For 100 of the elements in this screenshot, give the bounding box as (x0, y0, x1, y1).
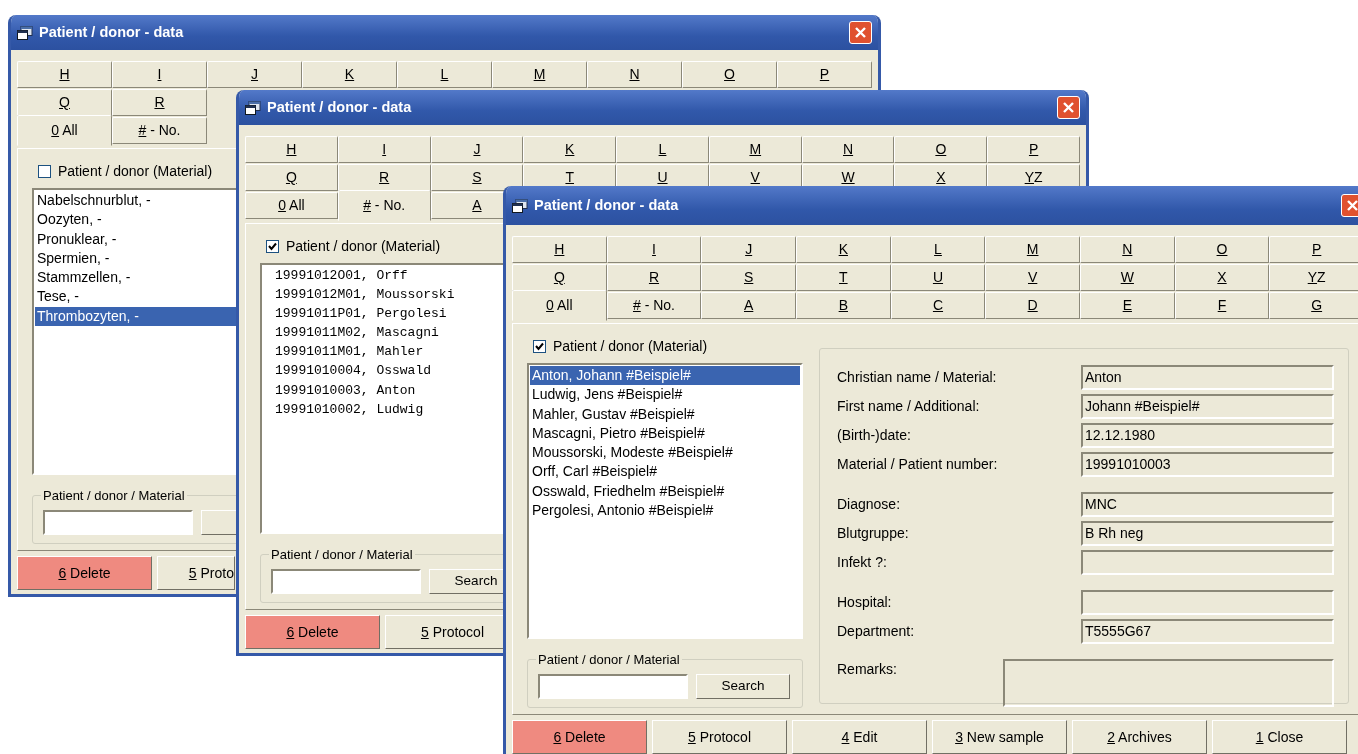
letter-tab[interactable]: M (708, 136, 802, 163)
letter-tab[interactable]: # - No. (112, 117, 207, 144)
remarks-field[interactable] (1003, 659, 1334, 707)
letter-tab[interactable]: Q (245, 164, 338, 191)
field-value[interactable]: Johann #Beispiel# (1081, 394, 1334, 419)
action-button[interactable]: 5 Proto (157, 556, 235, 590)
letter-tab[interactable]: L (616, 136, 709, 163)
letter-tab[interactable]: A (701, 292, 796, 319)
field-label: Blutgruppe: (837, 524, 910, 543)
search-field[interactable] (271, 569, 421, 594)
checkbox-label: Patient / donor (Material) (286, 237, 441, 256)
delete-button[interactable]: 6 Delete (512, 720, 647, 754)
letter-tab[interactable]: W (1080, 264, 1175, 291)
letter-tab[interactable]: O (1174, 236, 1270, 263)
letter-tab[interactable]: P (1269, 236, 1358, 263)
letter-tab[interactable]: J (701, 236, 796, 263)
letter-tab[interactable]: L (397, 61, 492, 88)
list-item[interactable]: Mascagni, Pietro #Beispiel# (530, 423, 800, 444)
letter-tab[interactable]: N (801, 136, 895, 163)
field-value[interactable]: Anton (1081, 365, 1334, 390)
close-button[interactable] (1341, 194, 1358, 217)
letter-tab[interactable]: K (302, 61, 397, 88)
letter-tab[interactable]: F (1174, 292, 1270, 319)
letter-tab[interactable]: M (985, 236, 1080, 263)
delete-button[interactable]: 6 Delete (245, 615, 380, 649)
field-value[interactable]: 12.12.1980 (1081, 423, 1334, 448)
list-item[interactable]: Osswald, Friedhelm #Beispiel# (530, 481, 800, 502)
letter-tab[interactable]: B (796, 292, 891, 319)
field-label: Infekt ?: (837, 553, 888, 572)
letter-tab[interactable]: C (890, 292, 986, 319)
letter-tab[interactable]: P (987, 136, 1080, 163)
letter-tab[interactable]: S (430, 164, 524, 191)
close-icon[interactable] (1062, 101, 1075, 114)
letter-tab[interactable]: # - No. (337, 190, 431, 221)
letter-tab[interactable]: X (1174, 264, 1270, 291)
letter-tab[interactable]: V (985, 264, 1080, 291)
letter-tab[interactable]: O (682, 61, 777, 88)
action-button[interactable]: 3 New sample (932, 720, 1067, 754)
checkbox[interactable] (533, 340, 546, 353)
field-value[interactable] (1081, 550, 1334, 575)
letter-tab[interactable]: T (796, 264, 891, 291)
letter-tab[interactable]: S (701, 264, 796, 291)
field-value[interactable]: T5555G67 (1081, 619, 1334, 644)
letter-tab[interactable]: R (606, 264, 702, 291)
checkbox[interactable] (266, 240, 279, 253)
letter-tab[interactable]: L (890, 236, 986, 263)
search-field[interactable] (43, 510, 193, 535)
field-value[interactable] (1081, 590, 1334, 615)
search-field[interactable] (538, 674, 688, 699)
letter-tab[interactable]: K (796, 236, 891, 263)
field-value[interactable]: 19991010003 (1081, 452, 1334, 477)
letter-tab[interactable]: YZ (1269, 264, 1358, 291)
letter-tab[interactable]: R (337, 164, 431, 191)
letter-tab[interactable]: D (985, 292, 1080, 319)
letter-tab[interactable]: # - No. (606, 292, 702, 319)
letter-tab[interactable]: H (245, 136, 338, 163)
letter-tab[interactable]: U (890, 264, 986, 291)
letter-tab[interactable]: J (207, 61, 302, 88)
letter-tab[interactable]: H (512, 236, 607, 263)
letter-tab[interactable]: Q (512, 264, 607, 291)
field-value[interactable]: MNC (1081, 492, 1334, 517)
letter-tab[interactable]: 0 All (17, 115, 112, 146)
close-button[interactable] (1057, 96, 1080, 119)
letter-tab[interactable]: J (430, 136, 524, 163)
letter-tab[interactable]: R (112, 89, 207, 116)
action-button[interactable]: 2 Archives (1072, 720, 1207, 754)
letter-tab[interactable]: N (587, 61, 682, 88)
action-button[interactable]: 5 Protocol (652, 720, 787, 754)
letter-tab[interactable]: I (337, 136, 431, 163)
letter-tab[interactable]: P (777, 61, 872, 88)
letter-tab[interactable]: H (17, 61, 112, 88)
list-item[interactable]: Mahler, Gustav #Beispiel# (530, 404, 800, 424)
action-button[interactable]: 4 Edit (792, 720, 927, 754)
close-icon[interactable] (1346, 199, 1358, 212)
letter-tab[interactable]: O (894, 136, 988, 163)
letter-tab[interactable]: 0 All (512, 290, 607, 321)
letter-tab[interactable]: E (1080, 292, 1175, 319)
letter-tab[interactable]: I (606, 236, 702, 263)
checkbox[interactable] (38, 165, 51, 178)
delete-button[interactable]: 6 Delete (17, 556, 152, 590)
letter-tab[interactable]: M (492, 61, 587, 88)
list-item[interactable]: Pergolesi, Antonio #Beispiel# (530, 501, 800, 521)
letter-tab[interactable]: I (112, 61, 207, 88)
close-icon[interactable] (854, 26, 867, 39)
action-button[interactable]: 1 Close (1212, 720, 1347, 754)
letter-tab[interactable]: N (1080, 236, 1175, 263)
list-item[interactable]: Ludwig, Jens #Beispiel# (530, 385, 800, 405)
letter-tab[interactable]: 0 All (245, 192, 338, 219)
list-item[interactable]: Anton, Johann #Beispiel# (530, 366, 800, 386)
list-item[interactable]: Moussorski, Modeste #Beispiel# (530, 443, 800, 463)
letter-tab[interactable]: K (523, 136, 617, 163)
window-icon (512, 198, 528, 213)
letter-tab[interactable]: G (1269, 292, 1358, 319)
list-item[interactable]: Orff, Carl #Beispiel# (530, 462, 800, 482)
checkbox-label: Patient / donor (Material) (553, 337, 708, 356)
close-button[interactable] (849, 21, 872, 44)
field-value[interactable]: B Rh neg (1081, 521, 1334, 546)
search-button[interactable]: Search (696, 674, 790, 699)
field-label: First name / Additional: (837, 397, 981, 416)
letter-tab[interactable]: Q (17, 89, 112, 116)
